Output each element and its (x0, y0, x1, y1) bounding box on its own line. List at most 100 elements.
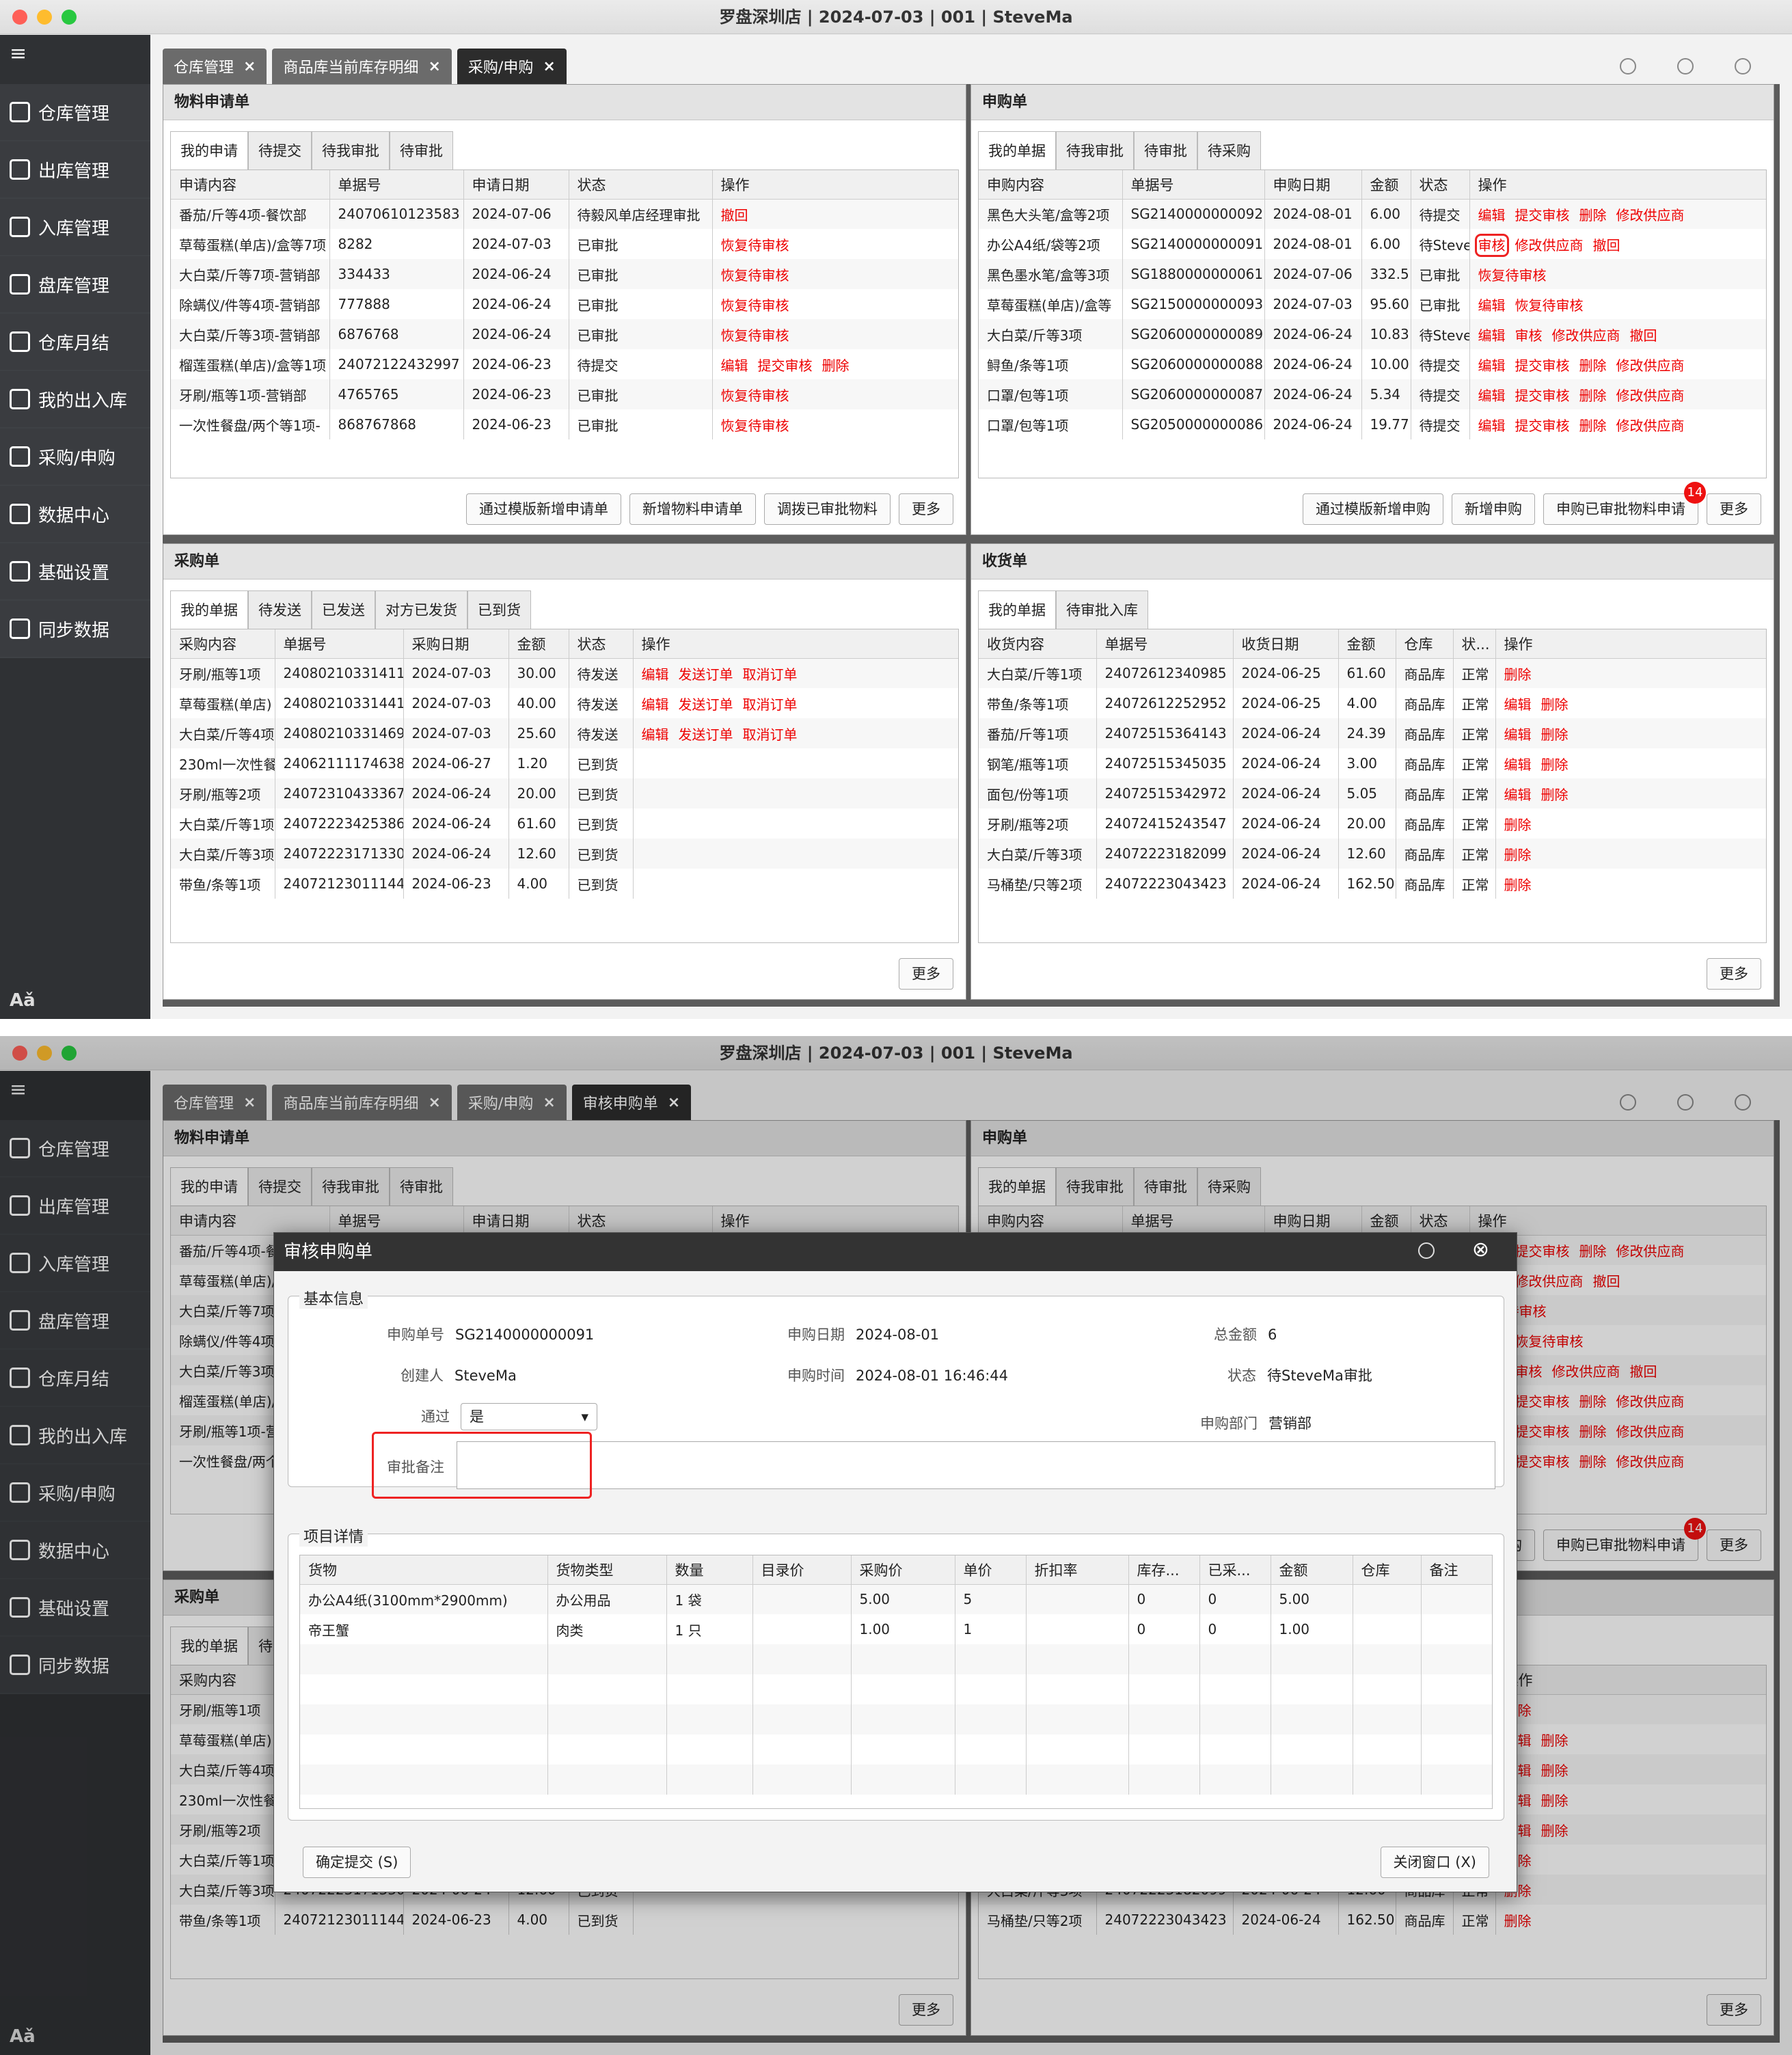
column-header[interactable]: 状... (1453, 629, 1496, 659)
column-header[interactable]: 单价 (955, 1555, 1027, 1585)
action-link[interactable]: 恢复待审核 (1515, 297, 1584, 314)
column-header[interactable]: 收货内容 (979, 629, 1097, 659)
action-link[interactable]: 删除 (1579, 418, 1607, 434)
action-link[interactable]: 发送订单 (679, 696, 733, 713)
table-row[interactable]: 大白菜/斤等4项240802103314692024-07-0325.60待发送… (171, 718, 958, 748)
table-row[interactable]: 牙刷/瓶等2项240723104333672024-06-2420.00已到货 (171, 778, 958, 808)
action-link[interactable]: 撤回 (1593, 237, 1620, 254)
table-row[interactable]: 黑色墨水笔/盒等3项SG18800000000612024-07-06332.5… (979, 259, 1766, 289)
nav-item[interactable]: 入库管理 (0, 199, 150, 256)
close-tab-icon[interactable]: × (243, 58, 256, 75)
action-link[interactable]: 编辑 (642, 696, 669, 713)
table-row[interactable]: 带鱼/条等1项240726122529522024-06-254.00商品库正常… (979, 688, 1766, 718)
table-row[interactable]: 草莓蛋糕(单店)/盒等7项82822024-07-03已审批恢复待审核 (171, 229, 958, 259)
action-link[interactable]: 修改供应商 (1616, 207, 1685, 223)
subtab[interactable]: 我的申请 (170, 131, 248, 169)
action-link[interactable]: 删除 (1504, 877, 1532, 893)
close-window-button[interactable] (12, 10, 27, 25)
action-link[interactable]: 编辑 (1478, 327, 1506, 344)
nav-item[interactable]: 出库管理 (0, 141, 150, 199)
table-row[interactable]: 草莓蛋糕(单店)/盒等SG21500000000932024-07-0395.6… (979, 289, 1766, 319)
close-dialog-button[interactable]: 关闭窗口 (X) (1380, 1847, 1489, 1878)
action-link[interactable]: 删除 (1579, 387, 1607, 404)
action-link[interactable]: 恢复待审核 (721, 237, 789, 254)
column-header[interactable]: 单据号 (1096, 629, 1234, 659)
action-button[interactable]: 新增申购 (1452, 493, 1535, 525)
table-row[interactable]: 帝王蟹 肉类 1 只 1.00 1 0 0 1.00 (300, 1614, 1492, 1644)
nav-item[interactable]: 我的出入库 (0, 371, 150, 428)
action-link[interactable]: 恢复待审核 (1478, 267, 1547, 284)
action-link[interactable]: 编辑 (1478, 207, 1506, 223)
table-row[interactable]: 牙刷/瓶等2项240724152435472024-06-2420.00商品库正… (979, 808, 1766, 839)
action-link[interactable]: 恢复待审核 (721, 327, 789, 344)
column-header[interactable]: 操作 (712, 170, 958, 200)
action-link[interactable]: 提交审核 (1515, 387, 1570, 404)
restore-icon[interactable] (1418, 1242, 1435, 1259)
table-row[interactable]: 除螨仪/件等4项-营销部7778882024-06-24已审批恢复待审核 (171, 289, 958, 319)
column-header[interactable]: 金额 (508, 629, 569, 659)
action-link[interactable]: 修改供应商 (1616, 387, 1685, 404)
action-link[interactable]: 提交审核 (1515, 207, 1570, 223)
table-row[interactable]: 番茄/斤等1项240725153641432024-06-2424.39商品库正… (979, 718, 1766, 748)
subtab[interactable]: 待我审批 (1056, 131, 1134, 169)
subtab[interactable]: 已发送 (312, 590, 375, 629)
action-link[interactable]: 提交审核 (758, 357, 813, 374)
column-header[interactable]: 单据号 (275, 629, 404, 659)
nav-item[interactable]: 同步数据 (0, 601, 150, 658)
table-row[interactable]: 钢笔/瓶等1项240725153450352024-06-243.00商品库正常… (979, 748, 1766, 778)
zoom-window-button[interactable] (62, 10, 77, 25)
column-header[interactable]: 状态 (569, 629, 634, 659)
action-link[interactable]: 编辑 (1478, 418, 1506, 434)
table-row[interactable]: 口罩/包等1项SG20600000000872024-06-245.34待提交编… (979, 379, 1766, 409)
action-link[interactable]: 删除 (1579, 357, 1607, 374)
column-header[interactable]: 单据号 (329, 170, 464, 200)
column-header[interactable]: 库存... (1128, 1555, 1200, 1585)
action-link[interactable]: 发送订单 (679, 726, 733, 743)
table-row[interactable]: 办公A4纸/袋等2项SG21400000000912024-08-016.00待… (979, 229, 1766, 259)
table-row[interactable]: 番茄/斤等4项-餐饮部240706101235832024-07-06待毅风单店… (171, 199, 958, 229)
table-row[interactable]: 面包/份等1项240725153429722024-06-245.05商品库正常… (979, 778, 1766, 808)
subtab[interactable]: 待采购 (1197, 131, 1261, 169)
column-header[interactable]: 操作 (1495, 629, 1766, 659)
action-link[interactable]: 取消订单 (743, 726, 798, 743)
action-link[interactable]: 删除 (1579, 207, 1607, 223)
action-link[interactable]: 撤回 (721, 207, 748, 223)
column-header[interactable]: 货物 (300, 1555, 548, 1585)
table-row[interactable]: 大白菜/斤等1项240726123409852024-06-2561.60商品库… (979, 658, 1766, 688)
action-button[interactable]: 更多 (899, 493, 953, 525)
table-row[interactable]: 大白菜/斤等7项-营销部3344332024-06-24已审批恢复待审核 (171, 259, 958, 289)
column-header[interactable]: 金额 (1271, 1555, 1353, 1585)
pass-select[interactable]: 是 ▾ (461, 1403, 597, 1430)
table-row[interactable]: 牙刷/瓶等1项-营销部47657652024-06-23已审批恢复待审核 (171, 379, 958, 409)
action-link[interactable]: 删除 (1541, 696, 1569, 713)
subtab[interactable]: 对方已发货 (375, 590, 467, 629)
action-button[interactable]: 申购已审批物料申请 14 (1543, 482, 1706, 525)
remark-input[interactable] (457, 1441, 1495, 1489)
action-button[interactable]: 更多 (1707, 958, 1761, 990)
close-icon[interactable]: ⊗ (1472, 1240, 1489, 1260)
action-button[interactable]: 更多 (1707, 493, 1761, 525)
action-link[interactable]: 恢复待审核 (721, 297, 789, 314)
action-link[interactable]: 编辑 (721, 357, 748, 374)
column-header[interactable]: 仓库 (1353, 1555, 1422, 1585)
column-header[interactable]: 采购价 (851, 1555, 955, 1585)
action-link[interactable]: 编辑 (642, 666, 669, 683)
table-row[interactable]: 一次性餐盘/两个等1项-8687678682024-06-23已审批恢复待审核 (171, 409, 958, 439)
action-link[interactable]: 恢复待审核 (721, 387, 789, 404)
action-link[interactable]: 修改供应商 (1515, 237, 1584, 254)
subtab[interactable]: 待审批入库 (1056, 590, 1148, 629)
table-row[interactable]: 大白菜/斤等3项SG20600000000892024-06-2410.83待S… (979, 319, 1766, 349)
column-header[interactable]: 数量 (666, 1555, 753, 1585)
action-link[interactable]: 修改供应商 (1552, 327, 1620, 344)
action-link[interactable]: 删除 (1541, 787, 1569, 803)
action-link[interactable]: 恢复待审核 (721, 418, 789, 434)
table-row[interactable]: 大白菜/斤等3项240722231820992024-06-2412.60商品库… (979, 839, 1766, 869)
table-row[interactable]: 草莓蛋糕(单店)240802103314412024-07-0340.00待发送… (171, 688, 958, 718)
action-link[interactable]: 删除 (1504, 847, 1532, 863)
column-header[interactable]: 操作 (633, 629, 958, 659)
table-row[interactable]: 大白菜/斤等3项-营销部68767682024-06-24已审批恢复待审核 (171, 319, 958, 349)
column-header[interactable]: 单据号 (1122, 170, 1265, 200)
tab[interactable]: 仓库管理 × (163, 49, 267, 84)
close-tab-icon[interactable]: × (543, 58, 555, 75)
restore-icon[interactable] (1677, 58, 1694, 74)
